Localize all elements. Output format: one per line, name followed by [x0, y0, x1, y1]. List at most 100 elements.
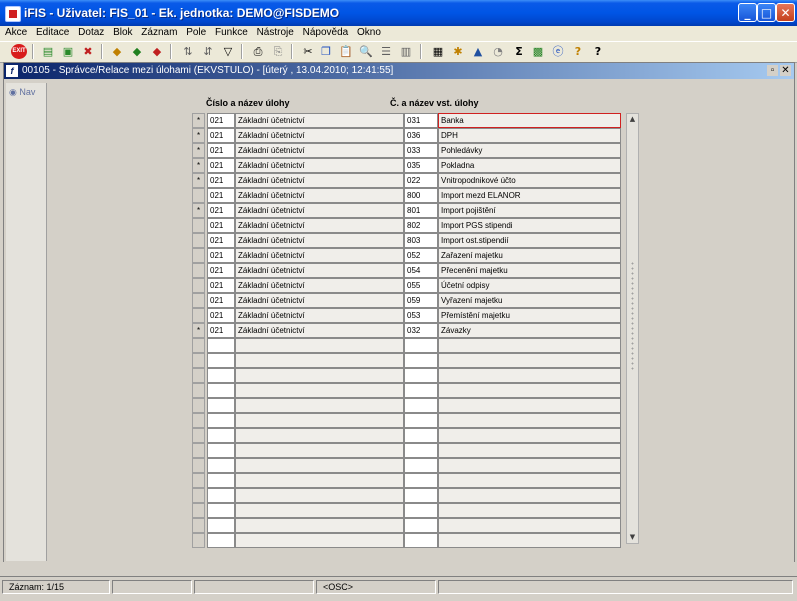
minimize-button[interactable]: _	[738, 3, 757, 22]
input-task-code-cell[interactable]	[404, 533, 438, 548]
row-indicator[interactable]	[192, 533, 205, 548]
row-indicator[interactable]	[192, 428, 205, 443]
row-indicator[interactable]	[192, 518, 205, 533]
input-task-code-cell[interactable]: 022	[404, 173, 438, 188]
help-icon[interactable]: ?	[570, 44, 586, 59]
chart-icon[interactable]: ◔	[490, 44, 506, 59]
close-button[interactable]: ✕	[776, 3, 795, 22]
exit-button[interactable]: EXIT	[11, 44, 27, 59]
query-execute-icon[interactable]: ◆	[129, 44, 145, 59]
input-task-code-cell[interactable]	[404, 503, 438, 518]
web-icon[interactable]: ⓔ	[550, 44, 566, 59]
input-task-code-cell[interactable]	[404, 518, 438, 533]
row-indicator[interactable]: *	[192, 143, 205, 158]
triangle-icon[interactable]: ▲	[470, 44, 486, 59]
input-task-code-cell[interactable]	[404, 458, 438, 473]
task-code-cell[interactable]	[207, 458, 235, 473]
task-code-cell[interactable]: 021	[207, 203, 235, 218]
task-code-cell[interactable]	[207, 353, 235, 368]
sort-asc-icon[interactable]: ⇅	[180, 44, 196, 59]
input-task-code-cell[interactable]	[404, 473, 438, 488]
menu-akce[interactable]: Akce	[5, 26, 27, 38]
input-task-code-cell[interactable]	[404, 383, 438, 398]
task-code-cell[interactable]: 021	[207, 143, 235, 158]
input-task-code-cell[interactable]	[404, 413, 438, 428]
row-indicator[interactable]	[192, 188, 205, 203]
scroll-down-icon[interactable]: ▼	[627, 532, 638, 543]
task-code-cell[interactable]: 021	[207, 293, 235, 308]
task-code-cell[interactable]	[207, 473, 235, 488]
row-indicator[interactable]: *	[192, 158, 205, 173]
menu-okno[interactable]: Okno	[357, 26, 381, 38]
task-code-cell[interactable]: 021	[207, 173, 235, 188]
input-task-code-cell[interactable]: 033	[404, 143, 438, 158]
print-setup-icon[interactable]: ⎘	[270, 44, 286, 59]
task-code-cell[interactable]: 021	[207, 323, 235, 338]
task-code-cell[interactable]	[207, 383, 235, 398]
task-code-cell[interactable]	[207, 428, 235, 443]
row-indicator[interactable]	[192, 278, 205, 293]
task-code-cell[interactable]: 021	[207, 128, 235, 143]
input-task-code-cell[interactable]: 036	[404, 128, 438, 143]
excel-icon[interactable]: ▩	[530, 44, 546, 59]
input-task-code-cell[interactable]	[404, 488, 438, 503]
maximize-button[interactable]: □	[757, 3, 776, 22]
calculator-icon[interactable]: ▦	[430, 44, 446, 59]
input-task-code-cell[interactable]: 035	[404, 158, 438, 173]
task-code-cell[interactable]: 021	[207, 218, 235, 233]
context-help-icon[interactable]: ?	[590, 44, 606, 59]
row-indicator[interactable]	[192, 443, 205, 458]
form-title-bar[interactable]: f 00105 - Správce/Relace mezi úlohami (E…	[4, 63, 794, 79]
row-indicator[interactable]	[192, 398, 205, 413]
task-code-cell[interactable]: 021	[207, 308, 235, 323]
filter-icon[interactable]: ▽	[220, 44, 236, 59]
row-indicator[interactable]	[192, 233, 205, 248]
input-task-code-cell[interactable]: 802	[404, 218, 438, 233]
input-task-code-cell[interactable]: 031	[404, 113, 438, 128]
task-code-cell[interactable]	[207, 398, 235, 413]
row-indicator[interactable]	[192, 503, 205, 518]
menu-zaznam[interactable]: Záznam	[141, 26, 177, 38]
input-task-code-cell[interactable]	[404, 353, 438, 368]
input-task-code-cell[interactable]	[404, 398, 438, 413]
menu-editace[interactable]: Editace	[36, 26, 69, 38]
vertical-scrollbar[interactable]: ▲ ▼	[626, 113, 639, 544]
menu-blok[interactable]: Blok	[113, 26, 132, 38]
menu-napoveda[interactable]: Nápověda	[303, 26, 349, 38]
tools-icon[interactable]: ✱	[450, 44, 466, 59]
nav-panel[interactable]: ◉ Nav	[6, 83, 47, 561]
task-code-cell[interactable]: 021	[207, 263, 235, 278]
task-code-cell[interactable]: 021	[207, 158, 235, 173]
row-indicator[interactable]	[192, 293, 205, 308]
row-indicator[interactable]	[192, 308, 205, 323]
row-indicator[interactable]	[192, 383, 205, 398]
paste-icon[interactable]: 📋	[338, 44, 354, 59]
task-code-cell[interactable]	[207, 488, 235, 503]
scroll-thumb[interactable]	[630, 261, 635, 371]
window-title-bar[interactable]: iFIS - Uživatel: FIS_01 - Ek. jednotka: …	[0, 0, 797, 26]
task-code-cell[interactable]	[207, 368, 235, 383]
nav-label[interactable]: ◉ Nav	[9, 87, 35, 98]
query-enter-icon[interactable]: ◆	[109, 44, 125, 59]
sum-icon[interactable]: Σ	[511, 44, 527, 59]
print-icon[interactable]: ⎙	[250, 44, 266, 59]
input-task-code-cell[interactable]: 055	[404, 278, 438, 293]
input-task-code-cell[interactable]: 032	[404, 323, 438, 338]
task-code-cell[interactable]	[207, 443, 235, 458]
row-indicator[interactable]	[192, 353, 205, 368]
input-task-code-cell[interactable]	[404, 428, 438, 443]
input-task-code-cell[interactable]: 800	[404, 188, 438, 203]
menu-dotaz[interactable]: Dotaz	[78, 26, 104, 38]
input-task-code-cell[interactable]	[404, 443, 438, 458]
menu-funkce[interactable]: Funkce	[215, 26, 248, 38]
close-form-button[interactable]: ✕	[780, 65, 791, 76]
row-indicator[interactable]	[192, 488, 205, 503]
sort-desc-icon[interactable]: ⇵	[200, 44, 216, 59]
insert-record-icon[interactable]: ▤	[40, 44, 56, 59]
task-code-cell[interactable]: 021	[207, 188, 235, 203]
list-icon[interactable]: ☰	[378, 44, 394, 59]
task-code-cell[interactable]	[207, 518, 235, 533]
row-indicator[interactable]	[192, 218, 205, 233]
input-task-code-cell[interactable]: 054	[404, 263, 438, 278]
duplicate-record-icon[interactable]: ▣	[60, 44, 76, 59]
